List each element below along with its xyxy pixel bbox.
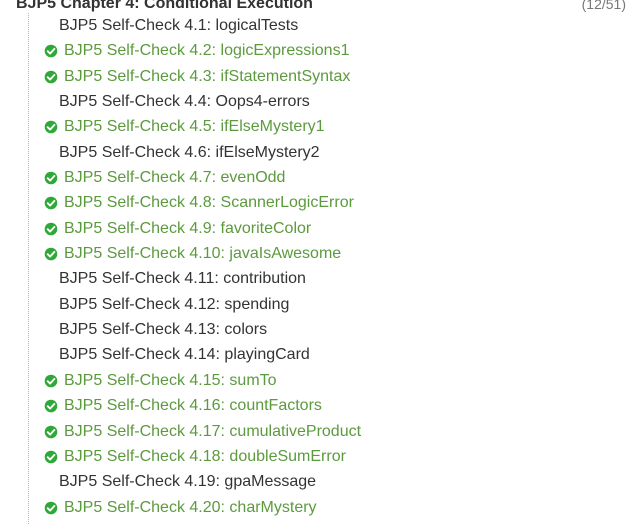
problem-list-item[interactable]: BJP5 Self-Check 4.5: ifElseMystery1	[29, 114, 589, 139]
problem-link[interactable]: BJP5 Self-Check 4.6: ifElseMystery2	[59, 140, 320, 165]
problem-link[interactable]: BJP5 Self-Check 4.19: gpaMessage	[59, 469, 316, 494]
check-circle-icon	[44, 450, 58, 464]
problem-link[interactable]: BJP5 Self-Check 4.1: logicalTests	[59, 13, 298, 38]
problem-link[interactable]: BJP5 Self-Check 4.14: playingCard	[59, 342, 310, 367]
problem-list-item[interactable]: BJP5 Self-Check 4.17: cumulativeProduct	[29, 419, 589, 444]
problem-list-item[interactable]: BJP5 Self-Check 4.19: gpaMessage	[29, 469, 589, 494]
problem-list-item[interactable]: BJP5 Self-Check 4.18: doubleSumError	[29, 444, 589, 469]
problem-list-item[interactable]: BJP5 Self-Check 4.9: favoriteColor	[29, 216, 589, 241]
problem-link[interactable]: BJP5 Self-Check 4.10: javaIsAwesome	[64, 241, 341, 266]
problem-link[interactable]: BJP5 Self-Check 4.16: countFactors	[64, 393, 322, 418]
check-circle-icon	[44, 501, 58, 514]
problem-list-item[interactable]: BJP5 Self-Check 4.1: logicalTests	[29, 13, 589, 38]
problem-link[interactable]: BJP5 Self-Check 4.12: spending	[59, 292, 289, 317]
problem-link[interactable]: BJP5 Self-Check 4.15: sumTo	[64, 368, 277, 393]
problem-link[interactable]: BJP5 Self-Check 4.20: charMystery	[64, 495, 317, 520]
chapter-title[interactable]: BJP5 Chapter 4: Conditional Execution	[16, 0, 313, 14]
check-circle-icon	[44, 197, 58, 210]
problem-link[interactable]: BJP5 Self-Check 4.8: ScannerLogicError	[64, 190, 354, 215]
problem-list-item[interactable]: BJP5 Self-Check 4.10: javaIsAwesome	[29, 241, 589, 266]
check-circle-icon	[44, 171, 58, 185]
problem-link[interactable]: BJP5 Self-Check 4.18: doubleSumError	[64, 444, 346, 469]
check-circle-icon	[44, 425, 58, 438]
problem-link[interactable]: BJP5 Self-Check 4.11: contribution	[59, 266, 306, 291]
problem-list-item[interactable]: BJP5 Self-Check 4.13: colors	[29, 317, 589, 342]
check-circle-icon	[44, 399, 58, 413]
problem-link[interactable]: BJP5 Self-Check 4.4: Oops4-errors	[59, 89, 310, 114]
problem-list-item[interactable]: BJP5 Self-Check 4.12: spending	[29, 292, 589, 317]
problem-list-item[interactable]: BJP5 Self-Check 4.11: contribution	[29, 266, 589, 291]
problem-list-item[interactable]: BJP5 Self-Check 4.15: sumTo	[29, 368, 589, 393]
problem-list-item[interactable]: BJP5 Self-Check 4.8: ScannerLogicError	[29, 190, 589, 215]
problem-link[interactable]: BJP5 Self-Check 4.7: evenOdd	[64, 165, 285, 190]
check-circle-icon	[44, 247, 58, 261]
problem-link[interactable]: BJP5 Self-Check 4.17: cumulativeProduct	[64, 419, 361, 444]
problem-link[interactable]: BJP5 Self-Check 4.2: logicExpressions1	[64, 38, 349, 63]
problem-list-item[interactable]: BJP5 Self-Check 4.7: evenOdd	[29, 165, 589, 190]
problem-list-item[interactable]: BJP5 Self-Check 4.16: countFactors	[29, 393, 589, 418]
check-circle-icon	[44, 45, 58, 58]
problem-link[interactable]: BJP5 Self-Check 4.13: colors	[59, 317, 267, 342]
check-circle-icon	[44, 70, 58, 83]
problem-list-item[interactable]: BJP5 Self-Check 4.14: playingCard	[29, 342, 589, 367]
problem-list-item[interactable]: BJP5 Self-Check 4.20: charMystery	[29, 495, 589, 520]
problem-list-item[interactable]: BJP5 Self-Check 4.3: ifStatementSyntax	[29, 64, 589, 89]
chapter-progress-count: (12/51)	[581, 0, 626, 12]
check-circle-icon	[44, 222, 58, 236]
check-circle-icon	[44, 374, 58, 388]
problem-link[interactable]: BJP5 Self-Check 4.3: ifStatementSyntax	[64, 64, 350, 89]
problem-link[interactable]: BJP5 Self-Check 4.9: favoriteColor	[64, 216, 311, 241]
problem-list: BJP5 Self-Check 4.1: logicalTests BJP5 Se…	[28, 13, 589, 524]
check-circle-icon	[44, 121, 58, 134]
problem-link[interactable]: BJP5 Self-Check 4.5: ifElseMystery1	[64, 114, 325, 139]
problem-list-item[interactable]: BJP5 Self-Check 4.6: ifElseMystery2	[29, 140, 589, 165]
problem-list-item[interactable]: BJP5 Self-Check 4.2: logicExpressions1	[29, 38, 589, 63]
problem-list-item[interactable]: BJP5 Self-Check 4.4: Oops4-errors	[29, 89, 589, 114]
